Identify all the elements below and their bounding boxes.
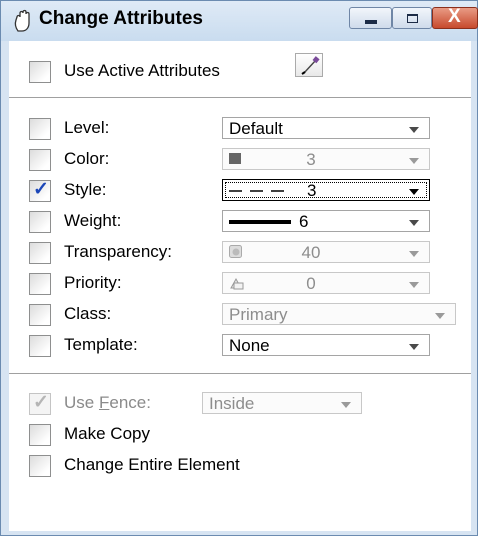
chevron-down-icon bbox=[341, 402, 351, 408]
priority-value: 0 bbox=[306, 274, 316, 293]
change-entire-element-checkbox[interactable] bbox=[29, 455, 51, 477]
transparency-combo[interactable]: 40 bbox=[222, 241, 430, 263]
chevron-down-icon bbox=[435, 313, 445, 319]
style-label: Style: bbox=[64, 180, 107, 199]
style-value: 3 bbox=[307, 181, 317, 200]
priority-combo[interactable]: 0 bbox=[222, 272, 430, 294]
make-copy-label: Make Copy bbox=[64, 424, 150, 443]
template-checkbox[interactable] bbox=[29, 335, 51, 357]
chevron-down-icon bbox=[409, 158, 419, 164]
priority-checkbox[interactable] bbox=[29, 273, 51, 295]
hand-icon bbox=[12, 9, 34, 33]
dialog-body: Use Active Attributes Level: Default Col… bbox=[9, 41, 471, 531]
use-active-attributes-checkbox[interactable] bbox=[29, 61, 51, 83]
change-attributes-window: Change Attributes X Use Active Attribute… bbox=[0, 0, 478, 536]
maximize-button[interactable] bbox=[392, 7, 432, 29]
fence-mode-value: Inside bbox=[209, 394, 255, 413]
separator-bottom bbox=[9, 373, 471, 374]
chevron-down-icon bbox=[409, 282, 419, 288]
level-combo[interactable]: Default bbox=[222, 117, 430, 139]
color-combo[interactable]: 3 bbox=[222, 148, 430, 170]
weight-checkbox[interactable] bbox=[29, 211, 51, 233]
change-entire-element-label: Change Entire Element bbox=[64, 455, 240, 474]
template-label: Template: bbox=[64, 335, 138, 354]
fence-mode-combo[interactable]: Inside bbox=[202, 392, 362, 414]
maximize-icon bbox=[407, 14, 418, 23]
chevron-down-icon bbox=[409, 251, 419, 257]
use-fence-checkbox[interactable]: ✓ bbox=[29, 392, 51, 415]
use-fence-label: Use Fence: bbox=[64, 393, 151, 412]
transparency-label: Transparency: bbox=[64, 242, 173, 261]
checkmark-icon: ✓ bbox=[33, 392, 49, 413]
class-value: Primary bbox=[229, 305, 288, 324]
use-fence-mnemonic: F bbox=[98, 393, 110, 412]
transparency-value: 40 bbox=[301, 243, 321, 262]
color-checkbox[interactable] bbox=[29, 149, 51, 171]
class-checkbox[interactable] bbox=[29, 304, 51, 326]
style-combo[interactable]: 3 bbox=[222, 179, 430, 201]
chevron-down-icon bbox=[409, 220, 419, 226]
chevron-down-icon bbox=[409, 189, 419, 195]
chevron-down-icon bbox=[409, 344, 419, 350]
template-combo[interactable]: None bbox=[222, 334, 430, 356]
title-bar[interactable]: Change Attributes X bbox=[1, 1, 478, 41]
checkmark-icon: ✓ bbox=[33, 179, 49, 200]
separator-top bbox=[9, 97, 471, 98]
close-button[interactable]: X bbox=[432, 6, 478, 29]
style-checkbox[interactable]: ✓ bbox=[29, 179, 51, 202]
transparency-checkbox[interactable] bbox=[29, 242, 51, 264]
close-icon: X bbox=[448, 6, 461, 27]
chevron-down-icon bbox=[409, 127, 419, 133]
weight-combo[interactable]: 6 bbox=[222, 210, 430, 232]
level-value: Default bbox=[229, 119, 283, 138]
use-active-attributes-label: Use Active Attributes bbox=[64, 61, 220, 80]
minimize-icon bbox=[365, 20, 377, 24]
minimize-button[interactable] bbox=[349, 7, 392, 29]
priority-label: Priority: bbox=[64, 273, 122, 292]
weight-label: Weight: bbox=[64, 211, 122, 230]
level-label: Level: bbox=[64, 118, 110, 137]
color-value: 3 bbox=[306, 150, 316, 169]
pick-attributes-button[interactable] bbox=[295, 53, 323, 77]
class-label: Class: bbox=[64, 304, 112, 323]
template-value: None bbox=[229, 336, 270, 355]
class-combo[interactable]: Primary bbox=[222, 303, 456, 325]
level-checkbox[interactable] bbox=[29, 118, 51, 140]
weight-value: 6 bbox=[299, 212, 309, 231]
make-copy-checkbox[interactable] bbox=[29, 424, 51, 446]
window-title: Change Attributes bbox=[39, 8, 203, 29]
color-label: Color: bbox=[64, 149, 110, 168]
